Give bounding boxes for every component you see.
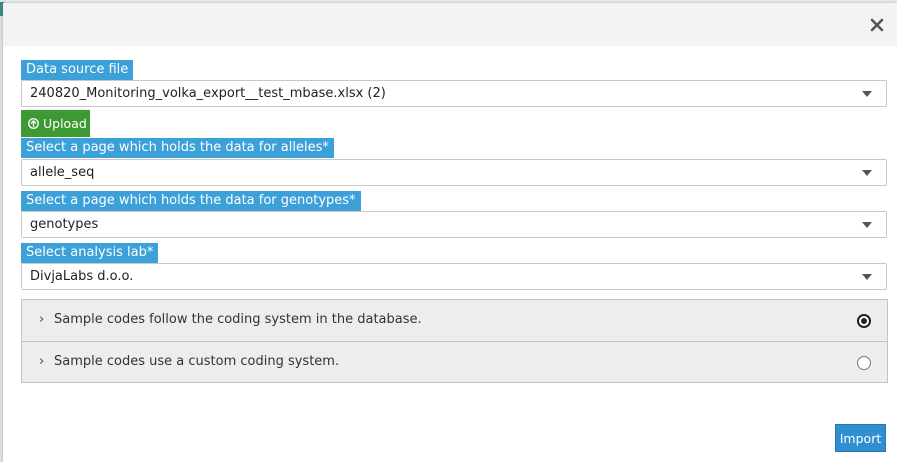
- import-button[interactable]: Import: [835, 424, 886, 452]
- coding-system-accordion: › Sample codes follow the coding system …: [21, 299, 888, 383]
- alleles-page-select[interactable]: allele_seq: [21, 159, 887, 186]
- chevron-right-icon: ›: [39, 312, 45, 327]
- data-source-value: 240820_Monitoring_volka_export__test_mba…: [30, 86, 386, 101]
- coding-option-custom[interactable]: › Sample codes use a custom coding syste…: [22, 342, 887, 383]
- upload-arrow-icon: [28, 118, 39, 129]
- data-source-select[interactable]: 240820_Monitoring_volka_export__test_mba…: [21, 80, 887, 107]
- genotypes-page-select[interactable]: genotypes: [21, 211, 887, 238]
- genotypes-page-value: genotypes: [30, 217, 99, 232]
- close-button[interactable]: [865, 13, 889, 37]
- alleles-page-label: Select a page which holds the data for a…: [21, 138, 334, 158]
- caret-down-icon: [862, 170, 872, 176]
- coding-option-label: Sample codes follow the coding system in…: [54, 312, 422, 327]
- analysis-lab-value: DivjaLabs d.o.o.: [30, 269, 134, 284]
- coding-option-radio[interactable]: [857, 356, 871, 370]
- data-source-label: Data source file: [21, 60, 134, 80]
- analysis-lab-select[interactable]: DivjaLabs d.o.o.: [21, 263, 887, 290]
- import-dialog: Data source file 240820_Monitoring_volka…: [3, 3, 897, 462]
- alleles-page-value: allele_seq: [30, 165, 95, 180]
- caret-down-icon: [862, 274, 872, 280]
- genotypes-page-label: Select a page which holds the data for g…: [21, 191, 361, 211]
- coding-option-radio[interactable]: [857, 314, 871, 328]
- caret-down-icon: [862, 91, 872, 97]
- chevron-right-icon: ›: [39, 354, 45, 369]
- upload-button[interactable]: Upload: [21, 110, 90, 137]
- coding-option-database[interactable]: › Sample codes follow the coding system …: [22, 300, 887, 341]
- close-icon: [870, 18, 884, 32]
- analysis-lab-label: Select analysis lab*: [21, 243, 159, 263]
- dialog-header: [3, 3, 897, 46]
- coding-option-label: Sample codes use a custom coding system.: [54, 354, 340, 369]
- caret-down-icon: [862, 222, 872, 228]
- upload-label: Upload: [43, 116, 87, 131]
